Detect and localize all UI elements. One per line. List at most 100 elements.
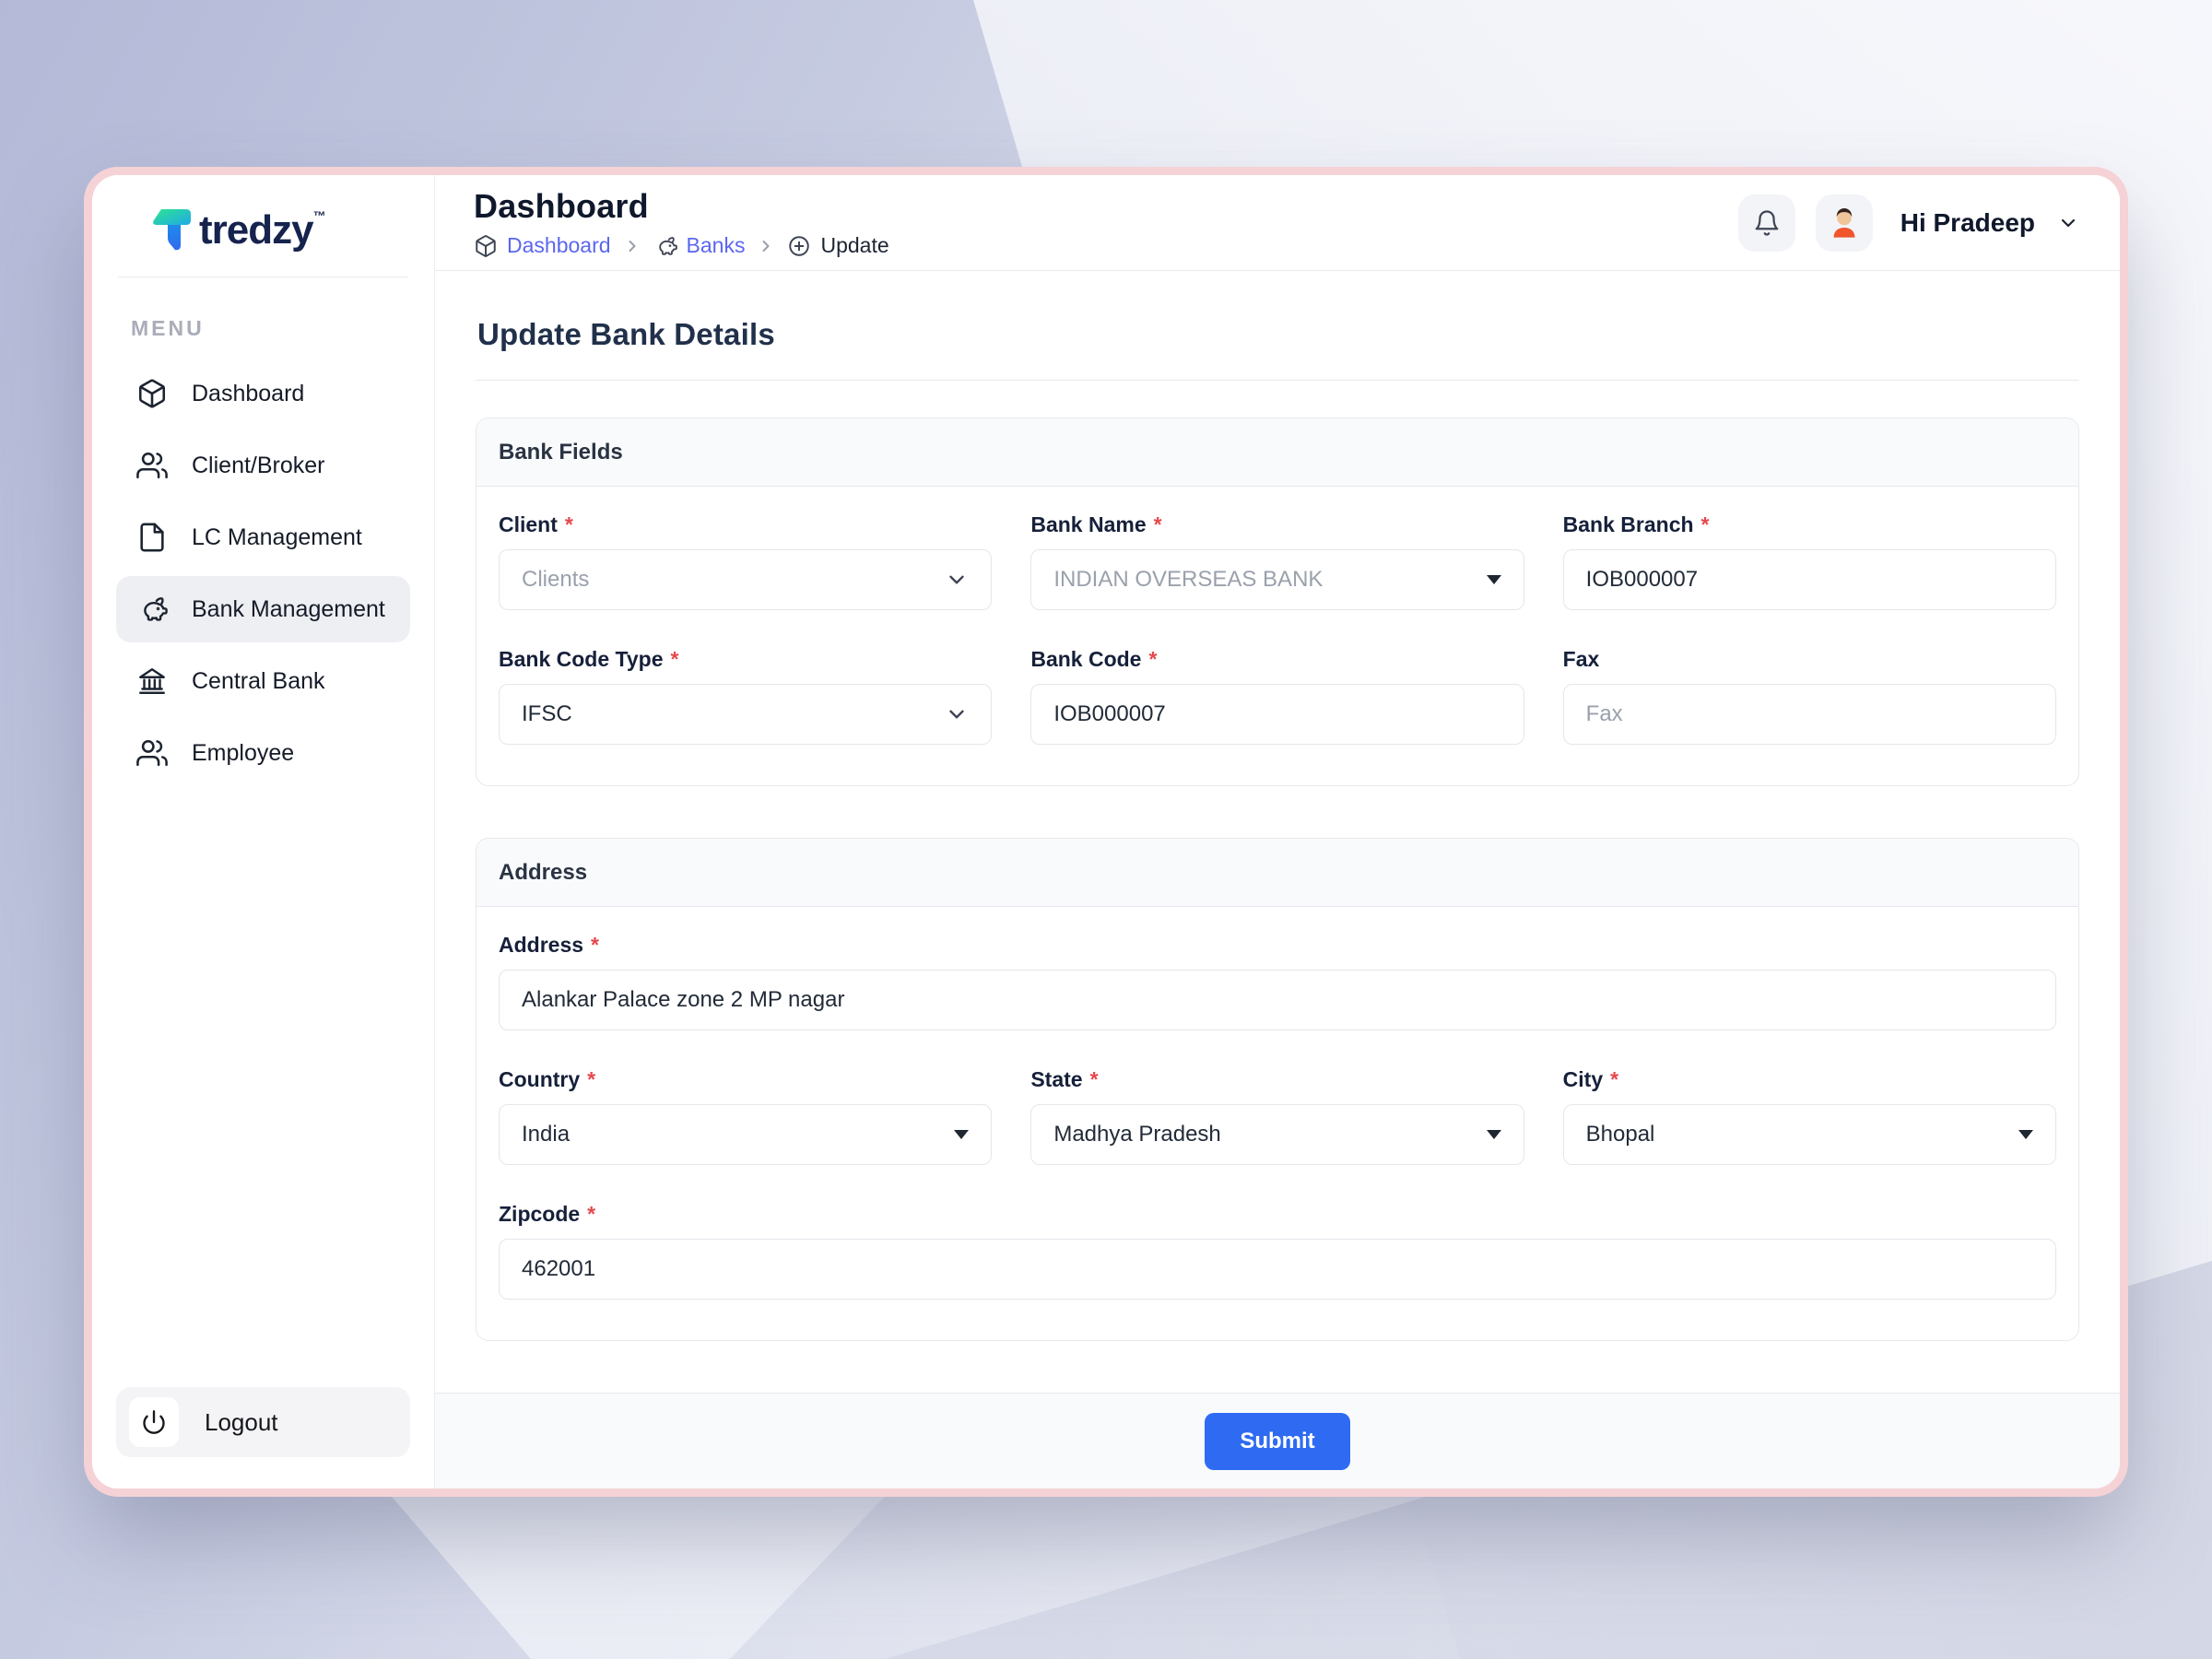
bell-icon xyxy=(1755,209,1779,236)
page-background: tredzy™ MENU Dashboard Client/Broker LC … xyxy=(0,0,2212,1659)
sidebar: tredzy™ MENU Dashboard Client/Broker LC … xyxy=(92,175,435,1488)
topbar: Dashboard Dashboard Banks Update Hi Prad… xyxy=(435,175,2120,271)
divider xyxy=(476,380,2079,381)
required-marker: * xyxy=(1610,1067,1619,1091)
caret-down-icon xyxy=(1486,1130,1501,1139)
required-marker: * xyxy=(1089,1067,1099,1091)
chevron-right-icon xyxy=(629,240,636,252)
address-label: Address * xyxy=(499,933,599,957)
section-header: Address xyxy=(477,839,2078,907)
section-title: Address xyxy=(499,859,588,885)
bank-code-type-label: Bank Code Type * xyxy=(499,647,679,671)
breadcrumb: Dashboard Banks Update xyxy=(474,233,889,258)
breadcrumb-banks[interactable]: Banks xyxy=(653,233,746,258)
chevron-down-icon xyxy=(949,710,965,719)
cube-icon xyxy=(476,234,496,257)
brand-logo[interactable]: tredzy™ xyxy=(92,175,434,276)
sidebar-nav: Dashboard Client/Broker LC Management Ba… xyxy=(92,358,434,789)
breadcrumb-label: Dashboard xyxy=(507,233,611,257)
chevron-down-icon[interactable] xyxy=(2057,212,2079,234)
page-title: Update Bank Details xyxy=(477,317,775,351)
plus-circle-icon xyxy=(789,235,810,256)
sidebar-item-label: Bank Management xyxy=(192,595,385,622)
fax-input[interactable] xyxy=(1562,684,2056,745)
sidebar-item-dashboard[interactable]: Dashboard xyxy=(116,360,410,427)
required-marker: * xyxy=(1700,512,1710,536)
sidebar-item-bank-management[interactable]: Bank Management xyxy=(116,576,410,642)
bank-code-type-select-value: IFSC xyxy=(522,701,572,726)
notifications-button[interactable] xyxy=(1737,194,1795,252)
client-select[interactable]: Clients xyxy=(499,549,993,610)
breadcrumb-dashboard[interactable]: Dashboard xyxy=(474,233,611,258)
logout-button[interactable]: Logout xyxy=(116,1387,410,1457)
sidebar-item-lc-management[interactable]: LC Management xyxy=(116,504,410,571)
bank-code-input[interactable] xyxy=(1030,684,1524,745)
avatar xyxy=(1833,207,1855,238)
zipcode-field: Zipcode * xyxy=(499,1202,2056,1300)
bank-fields-section: Bank Fields Client * Clients Bank Name *… xyxy=(476,418,2079,786)
breadcrumb-label: Banks xyxy=(686,233,746,257)
sidebar-item-employee[interactable]: Employee xyxy=(116,720,410,786)
country-field: Country * India xyxy=(499,1067,993,1165)
logout-label: Logout xyxy=(205,1407,278,1436)
bank-code-type-field: Bank Code Type * IFSC xyxy=(499,647,993,745)
zipcode-label: Zipcode * xyxy=(499,1202,596,1226)
address-field: Address * xyxy=(499,933,2056,1030)
required-marker: * xyxy=(591,933,599,957)
sidebar-item-central-bank[interactable]: Central Bank xyxy=(116,648,410,714)
caret-down-icon xyxy=(1486,575,1501,584)
address-input[interactable] xyxy=(499,970,2056,1030)
sidebar-item-label: Employee xyxy=(192,739,295,766)
required-marker: * xyxy=(587,1202,596,1226)
country-select[interactable]: India xyxy=(499,1104,993,1165)
main-column: Dashboard Dashboard Banks Update Hi Prad… xyxy=(435,175,2120,1488)
fax-field: Fax xyxy=(1562,647,2056,745)
sidebar-item-label: Client/Broker xyxy=(192,452,325,478)
file-icon xyxy=(140,523,164,552)
fax-label: Fax xyxy=(1562,647,1600,671)
caret-down-icon xyxy=(954,1130,970,1139)
sidebar-item-client-broker[interactable]: Client/Broker xyxy=(116,432,410,499)
user-avatar-button[interactable] xyxy=(1815,194,1873,252)
address-section: Address Address* Country* xyxy=(476,838,2079,1341)
cube-icon xyxy=(138,379,166,408)
sidebar-item-label: Central Bank xyxy=(192,667,325,694)
required-marker: * xyxy=(670,647,679,671)
required-marker: * xyxy=(587,1067,596,1091)
bank-name-select-value: INDIAN OVERSEAS BANK xyxy=(1053,567,1324,592)
brand-trademark: ™ xyxy=(312,208,326,223)
bank-code-label: Bank Code * xyxy=(1030,647,1158,671)
breadcrumb-update: Update xyxy=(787,233,889,258)
city-select[interactable]: Bhopal xyxy=(1562,1104,2056,1165)
bank-branch-input[interactable] xyxy=(1562,549,2056,610)
chevron-right-icon xyxy=(762,240,770,252)
city-select-value: Bhopal xyxy=(1585,1122,1655,1147)
city-label: City * xyxy=(1562,1067,1619,1091)
bank-name-select[interactable]: INDIAN OVERSEAS BANK xyxy=(1030,549,1524,610)
users-icon xyxy=(136,739,168,767)
client-select-value: Clients xyxy=(522,567,590,592)
power-icon-box xyxy=(129,1397,179,1447)
required-marker: * xyxy=(1148,647,1158,671)
bank-name-label: Bank Name * xyxy=(1030,512,1162,536)
client-field: Client * Clients xyxy=(499,512,993,610)
state-select[interactable]: Madhya Pradesh xyxy=(1030,1104,1524,1165)
client-label: Client * xyxy=(499,512,573,536)
sidebar-item-label: LC Management xyxy=(192,524,362,550)
page-header-title: Dashboard xyxy=(474,187,649,225)
content-area: Update Bank Details Bank Fields Client* xyxy=(435,271,2120,1393)
required-marker: * xyxy=(1153,512,1162,536)
bank-name-field: Bank Name * INDIAN OVERSEAS BANK xyxy=(1030,512,1524,610)
bank-icon xyxy=(139,668,165,694)
state-label: State * xyxy=(1030,1067,1099,1091)
section-title: Bank Fields xyxy=(499,439,623,465)
user-greeting: Hi Pradeep xyxy=(1900,207,2035,237)
form-footer: Submit xyxy=(435,1393,2120,1488)
zipcode-input[interactable] xyxy=(499,1239,2056,1300)
submit-button[interactable]: Submit xyxy=(1205,1412,1350,1470)
bank-code-type-select[interactable]: IFSC xyxy=(499,684,993,745)
tredzy-logo-icon xyxy=(153,209,191,251)
users-icon xyxy=(136,452,168,479)
sidebar-divider xyxy=(118,276,408,277)
sidebar-item-label: Dashboard xyxy=(192,380,305,406)
